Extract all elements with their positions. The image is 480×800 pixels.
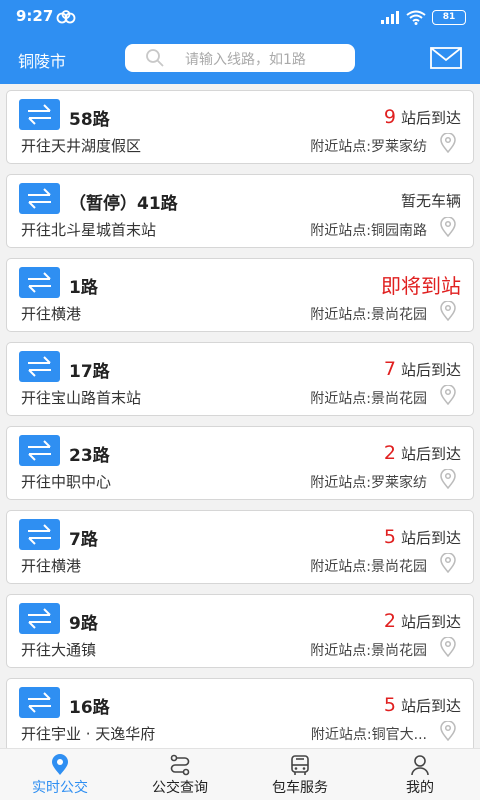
tab-bus-query[interactable]: 公交查询 bbox=[120, 749, 240, 800]
route-destination: 开往天井湖度假区 bbox=[21, 137, 142, 155]
route-destination: 开往大通镇 bbox=[21, 641, 97, 659]
bottom-nav: 实时公交 公交查询 包车服务 我的 bbox=[0, 748, 480, 800]
nearby-stop: 附近站点:景尚花园 bbox=[310, 643, 427, 659]
route-card[interactable]: 58路 开往天井湖度假区 9 站后到达 附近站点:罗莱家纺 bbox=[6, 90, 474, 164]
nearby-stop: 附近站点:景尚花园 bbox=[310, 559, 427, 575]
route-card[interactable]: 9路 开往大通镇 2 站后到达 附近站点:景尚花园 bbox=[6, 594, 474, 668]
nav-label: 包车服务 bbox=[272, 780, 328, 796]
location-pin-icon[interactable] bbox=[440, 217, 456, 237]
route-card[interactable]: 7路 开往横港 5 站后到达 附近站点:景尚花园 bbox=[6, 510, 474, 584]
route-destination: 开往宇业 · 天逸华府 bbox=[21, 725, 156, 743]
location-pin-icon[interactable] bbox=[440, 721, 456, 741]
route-card[interactable]: 16路 开往宇业 · 天逸华府 5 站后到达 附近站点:铜官大... bbox=[6, 678, 474, 748]
route-swap-icon bbox=[19, 519, 60, 550]
nearby-stop: 附近站点:景尚花园 bbox=[310, 307, 427, 323]
route-card[interactable]: 23路 开往中职中心 2 站后到达 附近站点:罗莱家纺 bbox=[6, 426, 474, 500]
arrival-soon: 即将到站 bbox=[381, 274, 461, 298]
nav-label: 公交查询 bbox=[152, 780, 208, 796]
nearby-stop: 附近站点:罗莱家纺 bbox=[310, 139, 427, 155]
location-pin-icon[interactable] bbox=[440, 553, 456, 573]
arrival-count: 9 bbox=[383, 106, 396, 128]
route-name: 17路 bbox=[69, 362, 110, 382]
arrival-suffix: 站后到达 bbox=[400, 697, 461, 715]
arrival-suffix: 站后到达 bbox=[400, 529, 461, 547]
arrival-suffix: 站后到达 bbox=[400, 361, 461, 379]
arrival-suffix: 站后到达 bbox=[400, 109, 461, 127]
route-swap-icon bbox=[19, 99, 60, 130]
route-swap-icon bbox=[19, 687, 60, 718]
route-destination: 开往横港 bbox=[21, 305, 82, 323]
user-icon bbox=[411, 755, 429, 776]
search-placeholder: 请输入线路，如1路 bbox=[185, 52, 306, 68]
route-swap-icon bbox=[19, 603, 60, 634]
location-pin-icon[interactable] bbox=[440, 133, 456, 153]
arrival-info: 2 站后到达 bbox=[384, 610, 461, 632]
route-card[interactable]: 1路 开往横港 即将到站 附近站点:景尚花园 bbox=[6, 258, 474, 332]
app-header: 铜陵市 请输入线路，如1路 bbox=[0, 34, 480, 84]
route-name: 9路 bbox=[69, 614, 98, 634]
arrival-info: 7 站后到达 bbox=[384, 358, 461, 380]
battery-icon: 81 bbox=[432, 9, 466, 25]
route-destination: 开往北斗星城首末站 bbox=[21, 221, 157, 239]
signal-icon bbox=[381, 11, 399, 24]
route-list[interactable]: 58路 开往天井湖度假区 9 站后到达 附近站点:罗莱家纺 （暂停）41路 开往北… bbox=[0, 84, 480, 748]
search-input[interactable]: 请输入线路，如1路 bbox=[125, 44, 355, 72]
route-name: 7路 bbox=[69, 530, 98, 550]
location-pin-icon[interactable] bbox=[440, 385, 456, 405]
arrival-suffix: 站后到达 bbox=[400, 613, 461, 631]
nearby-stop: 附近站点:罗莱家纺 bbox=[310, 475, 427, 491]
tab-profile[interactable]: 我的 bbox=[360, 749, 480, 800]
route-name: （暂停）41路 bbox=[69, 194, 178, 214]
tab-charter-service[interactable]: 包车服务 bbox=[240, 749, 360, 800]
search-icon bbox=[146, 49, 164, 67]
route-path-icon bbox=[170, 754, 190, 776]
location-pin-icon[interactable] bbox=[440, 469, 456, 489]
arrival-count: 7 bbox=[383, 358, 396, 380]
route-destination: 开往横港 bbox=[21, 557, 82, 575]
app-logo-icon bbox=[56, 10, 76, 24]
route-swap-icon bbox=[19, 351, 60, 382]
route-card[interactable]: 17路 开往宝山路首末站 7 站后到达 附近站点:景尚花园 bbox=[6, 342, 474, 416]
route-name: 58路 bbox=[69, 110, 110, 130]
arrival-info: 5 站后到达 bbox=[384, 526, 461, 548]
route-name: 23路 bbox=[69, 446, 110, 466]
status-indicators: 81 bbox=[380, 8, 466, 26]
nav-label: 实时公交 bbox=[32, 780, 88, 796]
route-card[interactable]: （暂停）41路 开往北斗星城首末站 暂无车辆 附近站点:铜园南路 bbox=[6, 174, 474, 248]
location-pin-icon[interactable] bbox=[440, 637, 456, 657]
arrival-count: 2 bbox=[383, 442, 396, 464]
nearby-stop: 附近站点:景尚花园 bbox=[310, 391, 427, 407]
city-selector[interactable]: 铜陵市 bbox=[18, 48, 66, 72]
tab-realtime-bus[interactable]: 实时公交 bbox=[0, 749, 120, 800]
status-time: 9:27 bbox=[16, 7, 54, 25]
route-destination: 开往中职中心 bbox=[21, 473, 112, 491]
nav-label: 我的 bbox=[406, 780, 434, 796]
arrival-count: 2 bbox=[383, 610, 396, 632]
arrival-info: 2 站后到达 bbox=[384, 442, 461, 464]
route-swap-icon bbox=[19, 435, 60, 466]
arrival-info: 5 站后到达 bbox=[384, 694, 461, 716]
wifi-icon bbox=[406, 10, 426, 25]
location-pin-icon[interactable] bbox=[440, 301, 456, 321]
arrival-info: 暂无车辆 bbox=[400, 192, 461, 210]
route-name: 16路 bbox=[69, 698, 110, 718]
route-destination: 开往宝山路首末站 bbox=[21, 389, 142, 407]
route-swap-icon bbox=[19, 183, 60, 214]
location-pin-icon bbox=[52, 754, 68, 775]
arrival-suffix: 站后到达 bbox=[400, 445, 461, 463]
nearby-stop: 附近站点:铜官大... bbox=[310, 727, 427, 743]
arrival-count: 5 bbox=[383, 694, 396, 716]
mail-icon[interactable] bbox=[430, 47, 462, 69]
bus-icon bbox=[291, 755, 309, 775]
route-swap-icon bbox=[19, 267, 60, 298]
route-name: 1路 bbox=[69, 278, 98, 298]
nearby-stop: 附近站点:铜园南路 bbox=[310, 223, 427, 239]
arrival-count: 5 bbox=[383, 526, 396, 548]
status-bar: 9:27 81 bbox=[0, 0, 480, 34]
arrival-info: 9 站后到达 bbox=[384, 106, 461, 128]
